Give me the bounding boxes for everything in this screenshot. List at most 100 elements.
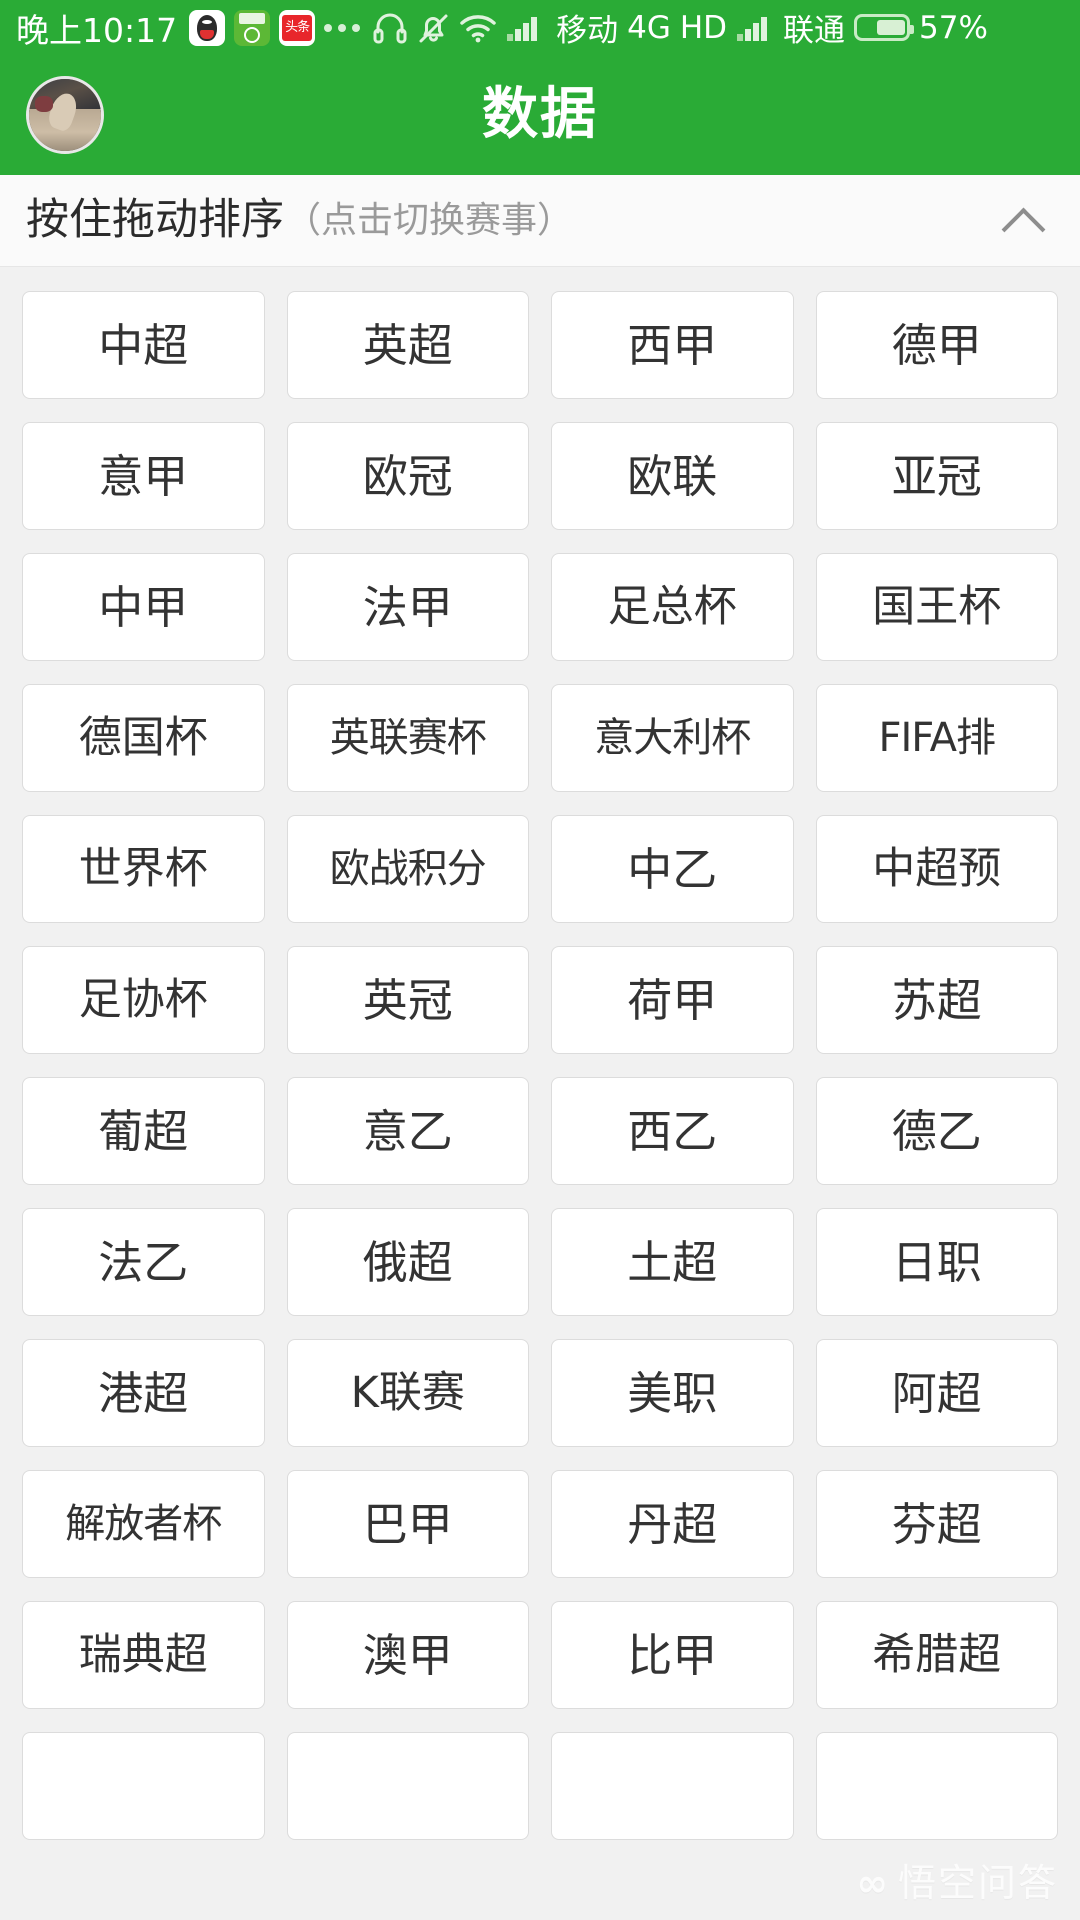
league-tile-label: 国王杯	[872, 581, 1002, 632]
league-tile[interactable]: 芬超	[815, 1470, 1058, 1578]
league-tile[interactable]: K联赛	[286, 1339, 529, 1447]
league-tile-label: 足总杯	[607, 581, 737, 632]
league-tile-label: 意乙	[362, 1104, 453, 1158]
league-tile-label: 世界杯	[78, 843, 208, 894]
green-app-icon	[234, 9, 271, 46]
league-tile-label: 芬超	[891, 1497, 982, 1551]
toutiao-icon: 头条	[279, 9, 316, 46]
title-bar: 数据	[0, 55, 1080, 175]
league-tile[interactable]: 英联赛杯	[286, 684, 529, 792]
league-tile-label: 德乙	[891, 1104, 982, 1158]
league-tile[interactable]: 足协杯	[22, 946, 265, 1054]
app-root: 晚上10:17 头条 移动 4G HD 联通 57% 数据 按住拖动排序 （点击…	[0, 0, 1080, 1920]
league-tile[interactable]: 俄超	[286, 1208, 529, 1316]
league-tile[interactable]: 足总杯	[551, 553, 794, 661]
league-tile[interactable]: 瑞典超	[22, 1601, 265, 1709]
avatar[interactable]	[26, 76, 104, 154]
league-tile[interactable]: 苏超	[815, 946, 1058, 1054]
league-tile[interactable]: 美职	[551, 1339, 794, 1447]
league-tile[interactable]: 法甲	[286, 553, 529, 661]
league-tile-label: 中甲	[98, 580, 189, 634]
league-tile[interactable]: 德甲	[815, 291, 1058, 399]
league-tile-label: 美职	[627, 1366, 718, 1420]
league-tile-label: 巴甲	[362, 1497, 453, 1551]
league-tile[interactable]: 丹超	[551, 1470, 794, 1578]
league-tile-label: 阿超	[891, 1366, 982, 1420]
league-tile[interactable]: FIFA排	[815, 684, 1058, 792]
league-tile-label: 法甲	[362, 580, 453, 634]
sort-hint-header[interactable]: 按住拖动排序 （点击切换赛事）	[0, 175, 1080, 267]
carrier-primary: 移动	[556, 13, 619, 49]
league-tile[interactable]: 法乙	[22, 1208, 265, 1316]
league-tile-label: 西甲	[627, 318, 718, 372]
signal-bars-icon	[506, 14, 544, 42]
league-tile[interactable]	[551, 1732, 794, 1840]
league-tile-label: 德国杯	[78, 712, 208, 763]
league-tile[interactable]: 德乙	[815, 1077, 1058, 1185]
league-tile[interactable]: 世界杯	[22, 815, 265, 923]
status-clock: 晚上10:17	[16, 10, 178, 50]
league-tile[interactable]: 西甲	[551, 291, 794, 399]
league-tile-label: 俄超	[362, 1235, 453, 1289]
battery-percent: 57%	[919, 9, 988, 46]
league-tile-label: 欧联	[627, 449, 718, 503]
league-tile[interactable]: 澳甲	[286, 1601, 529, 1709]
league-tile[interactable]: 国王杯	[815, 553, 1058, 661]
league-tile[interactable]: 意乙	[286, 1077, 529, 1185]
league-tile-label: 中超	[98, 318, 189, 372]
league-tile[interactable]: 巴甲	[286, 1470, 529, 1578]
league-tile[interactable]: 欧冠	[286, 422, 529, 530]
league-tile[interactable]: 中超预	[815, 815, 1058, 923]
league-tile-label: 西乙	[627, 1104, 718, 1158]
league-tile[interactable]: 解放者杯	[22, 1470, 265, 1578]
league-tile-label: 欧战积分	[329, 846, 487, 892]
league-tile[interactable]: 意大利杯	[551, 684, 794, 792]
league-tile[interactable]: 西乙	[551, 1077, 794, 1185]
league-tile[interactable]: 英冠	[286, 946, 529, 1054]
toutiao-glyph: 头条	[282, 14, 313, 41]
league-tile[interactable]: 日职	[815, 1208, 1058, 1316]
league-tile-label: 意甲	[98, 449, 189, 503]
signal-bars-secondary-icon	[736, 14, 774, 42]
chevron-up-icon[interactable]	[1000, 198, 1046, 244]
league-tile[interactable]: 中甲	[22, 553, 265, 661]
league-tile-label: 中超预	[872, 843, 1002, 894]
league-tile[interactable]: 港超	[22, 1339, 265, 1447]
league-tile[interactable]: 希腊超	[815, 1601, 1058, 1709]
qq-icon	[189, 9, 226, 46]
league-tile[interactable]: 欧联	[551, 422, 794, 530]
league-tile-label: 解放者杯	[65, 1501, 222, 1547]
status-bar: 晚上10:17 头条 移动 4G HD 联通 57%	[0, 0, 1080, 55]
bell-muted-icon	[417, 11, 450, 45]
league-tile[interactable]: 葡超	[22, 1077, 265, 1185]
league-tile-label: 日职	[891, 1235, 982, 1289]
league-tile[interactable]: 中乙	[551, 815, 794, 923]
league-tile-label: 英冠	[362, 973, 453, 1027]
league-tile-label: K联赛	[350, 1367, 465, 1418]
league-tile-label: 瑞典超	[78, 1629, 208, 1680]
league-tile[interactable]: 土超	[551, 1208, 794, 1316]
league-tile[interactable]: 英超	[286, 291, 529, 399]
league-tile-label: 荷甲	[627, 973, 718, 1027]
league-tile[interactable]: 意甲	[22, 422, 265, 530]
league-tile-label: 葡超	[98, 1104, 189, 1158]
league-tile[interactable]	[22, 1732, 265, 1840]
league-tile-label: 比甲	[627, 1628, 718, 1682]
league-tile[interactable]: 亚冠	[815, 422, 1058, 530]
page-title: 数据	[482, 82, 598, 147]
league-tile[interactable]	[286, 1732, 529, 1840]
league-tile-label: 亚冠	[891, 449, 982, 503]
league-tile[interactable]: 德国杯	[22, 684, 265, 792]
league-tile[interactable]: 欧战积分	[286, 815, 529, 923]
league-grid-area: 中超 英超 西甲 德甲意甲 欧冠 欧联 亚冠中甲 法甲 足总杯 国王杯德国杯 英联赛杯 意大利杯 FIF…	[0, 267, 1080, 1919]
volte-indicator: HD	[679, 9, 728, 46]
league-tile[interactable]: 中超	[22, 291, 265, 399]
league-tile-label: 丹超	[627, 1497, 718, 1551]
league-tile[interactable]: 阿超	[815, 1339, 1058, 1447]
league-tile[interactable]: 荷甲	[551, 946, 794, 1054]
league-tile-label: 意大利杯	[594, 715, 751, 761]
league-tile-label: 英联赛杯	[329, 715, 487, 761]
league-tile[interactable]: 比甲	[551, 1601, 794, 1709]
league-tile[interactable]	[815, 1732, 1058, 1840]
league-tile-label: 希腊超	[872, 1629, 1002, 1680]
